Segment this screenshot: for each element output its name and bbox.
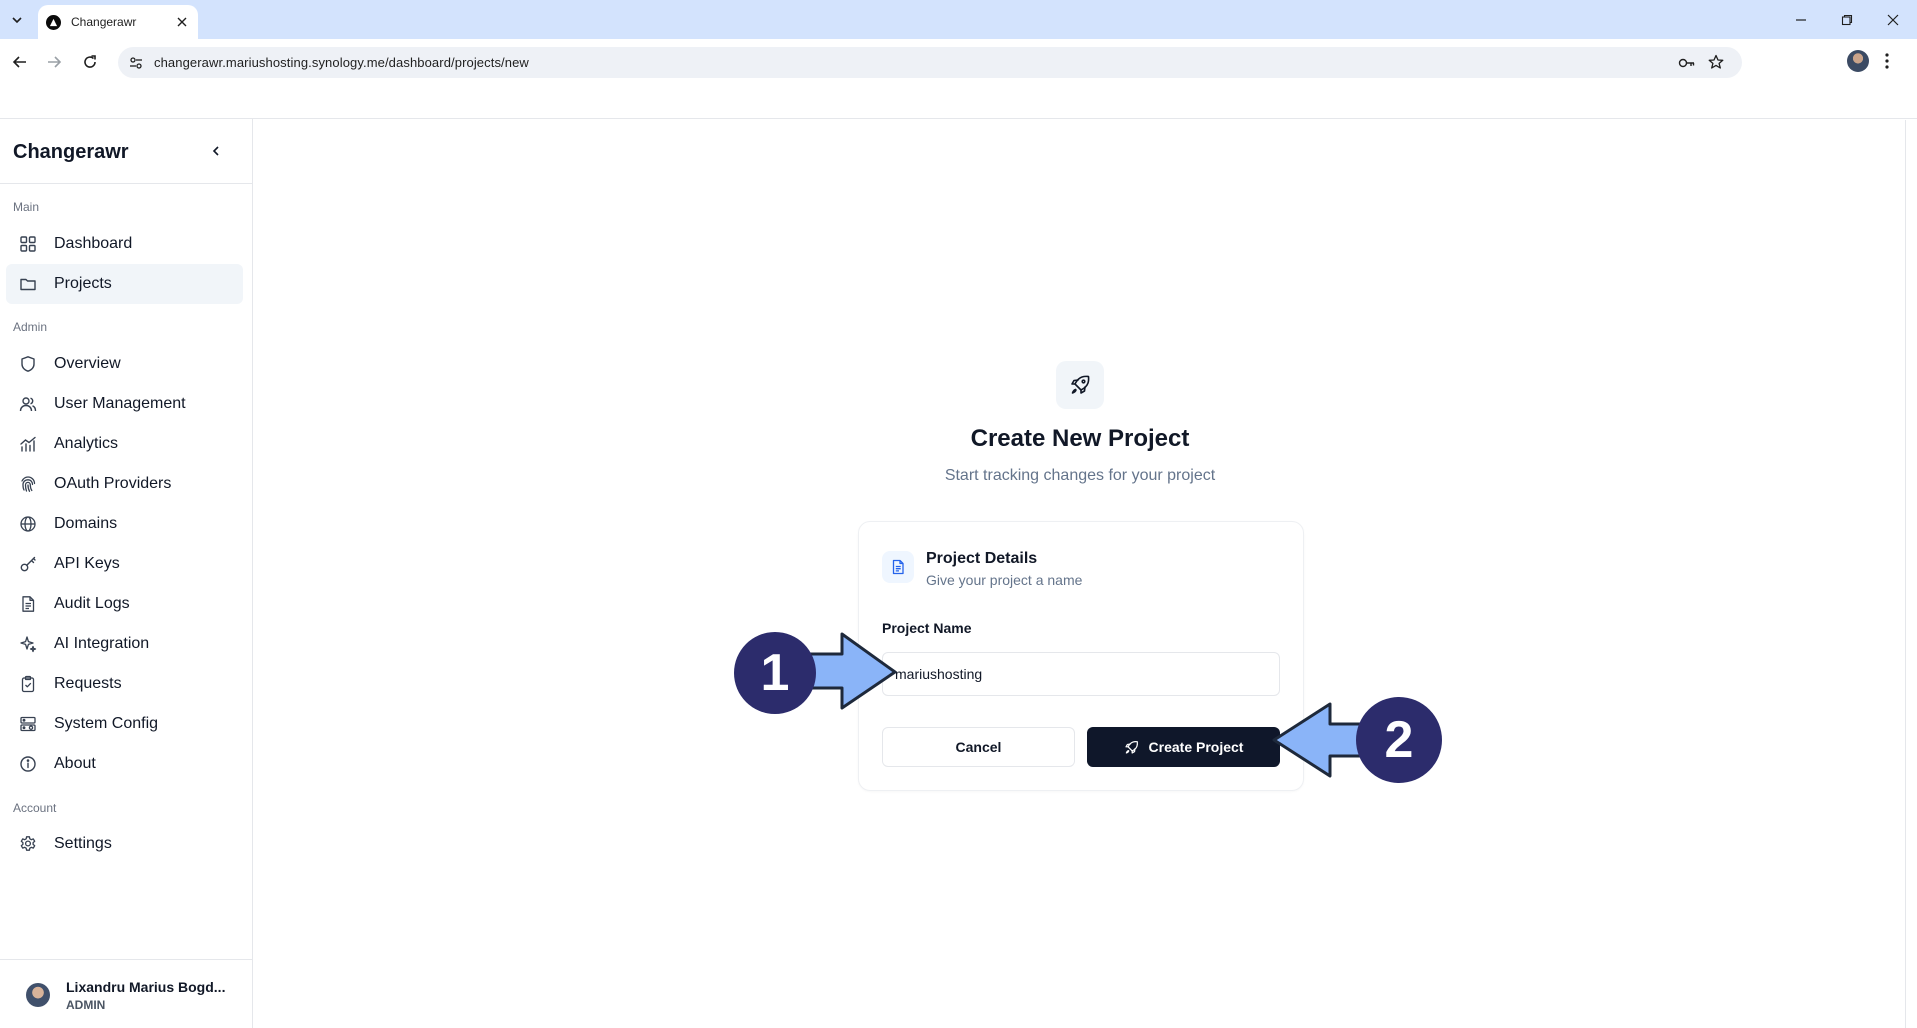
tab-search-button[interactable]: [5, 8, 29, 32]
clipboard-check-icon: [18, 674, 38, 694]
fingerprint-icon: [18, 474, 38, 494]
sidebar-item-settings[interactable]: Settings: [6, 824, 243, 864]
project-details-card: Project Details Give your project a name…: [858, 521, 1304, 791]
user-name[interactable]: Lixandru Marius Bogd...: [66, 979, 225, 995]
chevron-down-icon: [12, 17, 22, 24]
page-scrollbar[interactable]: [1905, 120, 1917, 1028]
create-project-label: Create Project: [1148, 739, 1244, 755]
more-menu-icon[interactable]: [1884, 51, 1890, 76]
reload-icon[interactable]: [78, 50, 102, 74]
divider: [0, 959, 252, 960]
restore-icon[interactable]: [1835, 8, 1859, 32]
sidebar-item-label: User Management: [54, 395, 186, 412]
sparkles-icon: [18, 634, 38, 654]
sidebar-item-label: AI Integration: [54, 635, 150, 652]
server-cog-icon: [18, 714, 38, 734]
sidebar-item-requests[interactable]: Requests: [6, 664, 243, 704]
sidebar-item-system-config[interactable]: System Config: [6, 704, 243, 744]
sidebar-item-api-keys[interactable]: API Keys: [6, 544, 243, 584]
avatar[interactable]: [26, 983, 50, 1007]
user-role-badge: ADMIN: [66, 998, 106, 1012]
sidebar-item-label: Overview: [54, 355, 121, 372]
gear-icon: [18, 834, 38, 854]
sidebar-item-label: Projects: [54, 275, 112, 292]
sidebar-item-label: System Config: [54, 715, 159, 732]
page-subtitle: Start tracking changes for your project: [944, 467, 1216, 484]
key-icon: [18, 554, 38, 574]
close-window-icon[interactable]: [1881, 8, 1905, 32]
sidebar-item-projects[interactable]: Projects: [6, 264, 243, 304]
card-description: Give your project a name: [926, 572, 1083, 588]
document-icon: [882, 551, 914, 583]
password-key-icon[interactable]: [1678, 55, 1696, 76]
grid-icon: [18, 234, 38, 254]
shield-icon: [18, 354, 38, 374]
browser-tab[interactable]: Changerawr: [38, 5, 198, 39]
sidebar-item-about[interactable]: About: [6, 744, 243, 784]
section-label-main: Main: [13, 200, 40, 214]
changerawr-favicon-icon: [46, 14, 61, 30]
annotation-step-2-badge: 2: [1356, 697, 1442, 783]
sidebar-item-label: Settings: [54, 835, 112, 852]
info-icon: [18, 754, 38, 774]
bookmark-star-icon[interactable]: [1708, 54, 1724, 75]
cancel-button[interactable]: Cancel: [882, 727, 1075, 767]
rocket-badge: [1056, 361, 1104, 409]
sidebar-item-label: Dashboard: [54, 235, 133, 252]
profile-avatar[interactable]: [1847, 50, 1869, 72]
divider: [0, 183, 252, 184]
sidebar: Changerawr Main Dashboard Projects Admin…: [0, 119, 253, 1028]
address-bar[interactable]: changerawr.mariushosting.synology.me/das…: [118, 47, 1742, 78]
tab-title: Changerawr: [71, 15, 137, 29]
page-title: Create New Project: [970, 425, 1190, 452]
sidebar-item-label: About: [54, 755, 96, 772]
url-text: changerawr.mariushosting.synology.me/das…: [154, 55, 529, 70]
card-title: Project Details: [926, 550, 1038, 567]
chart-icon: [18, 434, 38, 454]
sidebar-item-domains[interactable]: Domains: [6, 504, 243, 544]
minimize-icon[interactable]: [1789, 8, 1813, 32]
folder-icon: [18, 274, 38, 294]
create-project-button[interactable]: Create Project: [1087, 727, 1280, 767]
sidebar-item-label: Analytics: [54, 435, 119, 452]
sidebar-item-label: API Keys: [54, 555, 120, 572]
browser-toolbar: changerawr.mariushosting.synology.me/das…: [0, 39, 1917, 119]
chevron-left-icon: [212, 146, 219, 156]
forward-arrow-icon[interactable]: [42, 50, 66, 74]
section-label-account: Account: [13, 801, 57, 815]
sidebar-item-audit-logs[interactable]: Audit Logs: [6, 584, 243, 624]
site-settings-icon[interactable]: [128, 55, 144, 76]
annotation-arrow-right: [802, 632, 897, 710]
users-icon: [18, 394, 38, 414]
rocket-icon: [1124, 740, 1138, 754]
file-text-icon: [18, 594, 38, 614]
brand-title: Changerawr: [13, 141, 129, 163]
sidebar-item-oauth-providers[interactable]: OAuth Providers: [6, 464, 243, 504]
collapse-sidebar-button[interactable]: [206, 141, 226, 161]
sidebar-item-ai-integration[interactable]: AI Integration: [6, 624, 243, 664]
browser-tab-bar: Changerawr: [0, 0, 1917, 39]
sidebar-item-label: Domains: [54, 515, 118, 532]
sidebar-item-dashboard[interactable]: Dashboard: [6, 224, 243, 264]
annotation-step-1-badge: 1: [734, 632, 816, 714]
rocket-icon: [1071, 375, 1090, 394]
sidebar-item-label: Requests: [54, 675, 122, 692]
close-tab-icon[interactable]: [174, 14, 190, 30]
project-name-input[interactable]: [882, 652, 1280, 696]
section-label-admin: Admin: [13, 320, 48, 334]
sidebar-item-label: Audit Logs: [54, 595, 130, 612]
sidebar-item-analytics[interactable]: Analytics: [6, 424, 243, 464]
globe-icon: [18, 514, 38, 534]
sidebar-item-overview[interactable]: Overview: [6, 344, 243, 384]
back-arrow-icon[interactable]: [8, 50, 32, 74]
sidebar-item-label: OAuth Providers: [54, 475, 172, 492]
sidebar-item-user-management[interactable]: User Management: [6, 384, 243, 424]
